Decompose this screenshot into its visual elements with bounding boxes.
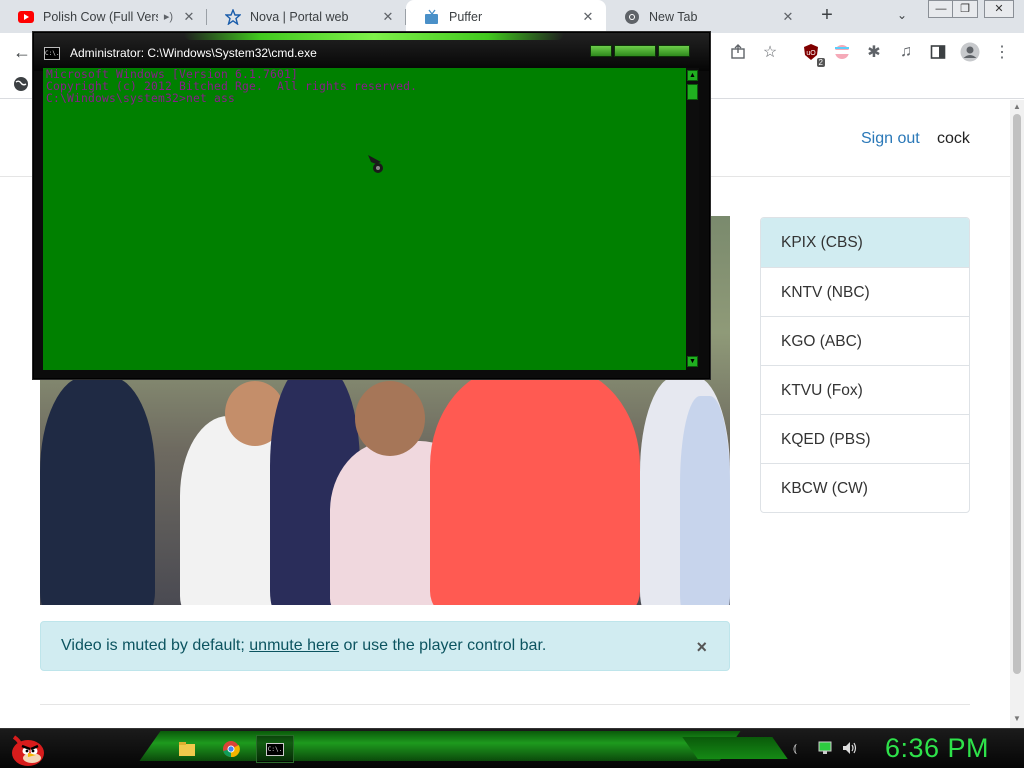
cmd-icon: C:\. (266, 742, 284, 756)
tray-chevron-icon[interactable]: ⦅ (793, 741, 797, 756)
bookmark-star-icon[interactable]: ☆ (760, 42, 780, 62)
svg-text:uO: uO (806, 50, 816, 57)
footer-divider (40, 704, 970, 705)
cmd-title: Administrator: C:\Windows\System32\cmd.e… (70, 46, 317, 60)
tab-title: Nova | Portal web (250, 9, 349, 24)
back-arrow-icon[interactable]: ← (12, 42, 32, 62)
close-window-button[interactable]: ✕ (984, 0, 1014, 18)
maximize-button[interactable]: ❐ (952, 0, 978, 18)
start-button-angry-bird-icon[interactable] (6, 731, 46, 767)
tv-icon (424, 9, 440, 25)
media-controls-icon[interactable]: ♫ (896, 42, 916, 62)
scroll-up-arrow-icon[interactable]: ▲ (1013, 102, 1021, 111)
close-alert-button[interactable]: × (696, 637, 707, 658)
tab-new-tab[interactable]: New Tab ✕ (606, 0, 806, 33)
cmd-scroll-up-icon[interactable]: ▲ (687, 70, 698, 81)
taskbar: C:\. ⦅ 6:36 PM (0, 728, 1024, 768)
cmd-taskbar-button[interactable]: C:\. (256, 735, 294, 763)
tab-title: Puffer (449, 9, 483, 24)
channel-item-kqed[interactable]: KQED (PBS) (761, 414, 969, 463)
browser-tab-strip: Polish Cow (Full Versi ▸) ✕ Nova | Porta… (0, 0, 1024, 33)
cmd-maximize-button[interactable] (614, 45, 656, 57)
chrome-icon[interactable] (212, 735, 250, 763)
cmd-console[interactable]: Microsoft Windows [Version 6.1.7601] Cop… (43, 68, 686, 370)
tab-title: Polish Cow (Full Versi (43, 9, 158, 24)
extension-badge: 2 (816, 58, 825, 67)
console-line: C:\Windows\system32>net ass (46, 92, 236, 105)
network-icon[interactable] (818, 741, 832, 758)
channel-item-kbcw[interactable]: KBCW (CW) (761, 463, 969, 512)
tab-nova-portal[interactable]: Nova | Portal web ✕ (207, 0, 406, 33)
file-explorer-icon[interactable] (168, 735, 206, 763)
tab-title: New Tab (649, 9, 698, 24)
page-scrollbar[interactable]: ▲ ▼ (1010, 100, 1024, 728)
video-figure (680, 396, 730, 605)
scroll-down-arrow-icon[interactable]: ▼ (1013, 714, 1021, 723)
channel-item-ktvu[interactable]: KTVU (Fox) (761, 365, 969, 414)
channel-item-kntv[interactable]: KNTV (NBC) (761, 267, 969, 316)
channel-item-kgo[interactable]: KGO (ABC) (761, 316, 969, 365)
side-panel-icon[interactable] (928, 42, 948, 62)
taskbar-decoration (682, 737, 788, 759)
flag-extension-icon[interactable] (832, 42, 852, 62)
cmd-icon: C:\. (44, 47, 60, 60)
cmd-scrollbar[interactable]: ▲ ▼ (686, 68, 699, 370)
alert-text: Video is muted by default; (61, 637, 250, 654)
volume-icon[interactable] (842, 741, 858, 758)
muted-alert: Video is muted by default; unmute here o… (40, 621, 730, 671)
sign-out-link[interactable]: Sign out (861, 130, 920, 148)
close-icon[interactable]: ✕ (378, 9, 398, 25)
cmd-scroll-down-icon[interactable]: ▼ (687, 356, 698, 367)
close-icon[interactable]: ✕ (578, 9, 598, 25)
unmute-link[interactable]: unmute here (249, 637, 339, 654)
video-figure (355, 381, 425, 456)
cmd-minimize-button[interactable] (590, 45, 612, 57)
profile-avatar-icon[interactable] (960, 42, 980, 62)
close-icon[interactable]: ✕ (778, 9, 798, 25)
mouse-cursor-icon (367, 154, 387, 181)
channel-item-kpix[interactable]: KPIX (CBS) (761, 218, 969, 267)
globe-icon[interactable] (13, 76, 29, 97)
scrollbar-thumb[interactable] (1013, 114, 1021, 674)
share-icon[interactable] (728, 42, 748, 62)
audio-icon[interactable]: ▸) (164, 10, 173, 23)
star-outline-icon (225, 8, 241, 25)
video-figure (430, 366, 640, 605)
cmd-scroll-thumb[interactable] (687, 84, 698, 100)
tab-puffer[interactable]: Puffer ✕ (406, 0, 606, 33)
kebab-menu-icon[interactable]: ⋮ (992, 42, 1012, 62)
extensions-puzzle-icon[interactable]: ✱ (864, 42, 884, 62)
cmd-window[interactable]: C:\. Administrator: C:\Windows\System32\… (33, 32, 710, 379)
ublock-extension-icon[interactable]: uO 2 (801, 42, 825, 67)
channel-list: KPIX (CBS) KNTV (NBC) KGO (ABC) KTVU (Fo… (760, 217, 970, 513)
tab-search-chevron-icon[interactable]: ⌄ (897, 8, 907, 22)
new-tab-button[interactable]: + (817, 5, 837, 26)
youtube-icon (18, 9, 34, 25)
username: cock (937, 130, 970, 147)
minimize-button[interactable]: — (928, 0, 954, 18)
alert-text-suffix: or use the player control bar. (339, 637, 547, 654)
cmd-titlebar[interactable]: C:\. Administrator: C:\Windows\System32\… (34, 33, 709, 71)
taskbar-clock[interactable]: 6:36 PM (885, 733, 989, 764)
cmd-close-button[interactable] (658, 45, 690, 57)
desktop: Polish Cow (Full Versi ▸) ✕ Nova | Porta… (0, 0, 1024, 768)
close-icon[interactable]: ✕ (179, 9, 199, 25)
chrome-icon (624, 9, 640, 25)
tab-polish-cow[interactable]: Polish Cow (Full Versi ▸) ✕ (0, 0, 207, 33)
titlebar-glow (184, 33, 564, 40)
video-figure (40, 376, 155, 605)
